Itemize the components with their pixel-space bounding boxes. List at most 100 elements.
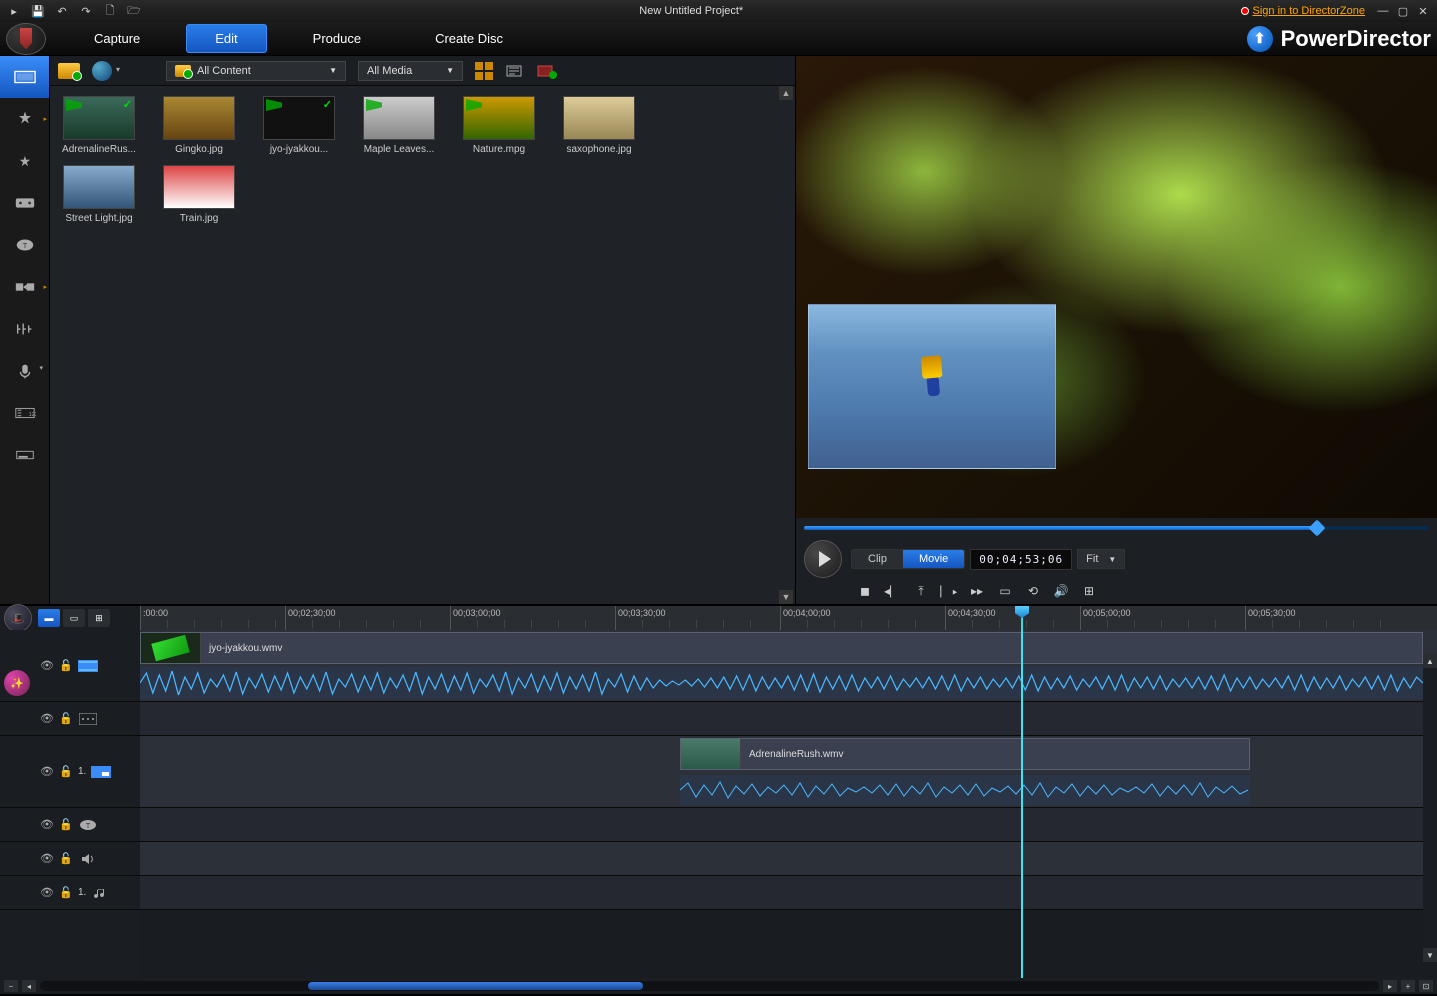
media-item[interactable]: Nature.mpg (460, 96, 538, 155)
tab-produce[interactable]: Produce (285, 25, 389, 52)
lock-icon[interactable]: 🔓 (59, 818, 73, 832)
media-filter-dropdown[interactable]: All Media ▼ (358, 61, 463, 81)
media-item[interactable]: Street Light.jpg (60, 165, 138, 224)
track-header-voice[interactable]: 👁 🔓 (0, 842, 140, 876)
visibility-icon[interactable]: 👁 (40, 818, 54, 832)
mode-movie-tab[interactable]: Movie (903, 550, 964, 568)
close-button[interactable]: ✕ (1415, 4, 1431, 18)
media-item[interactable]: Gingko.jpg (160, 96, 238, 155)
zoom-dropdown[interactable]: Fit▼ (1077, 549, 1125, 569)
media-item[interactable]: Train.jpg (160, 165, 238, 224)
track-lane-title[interactable] (140, 808, 1437, 842)
effect-room-tab[interactable]: ▸ (0, 98, 49, 140)
tab-edit[interactable]: Edit (186, 24, 266, 53)
visibility-icon[interactable]: 👁 (40, 659, 54, 673)
prev-frame-button[interactable]: ◂⎸ (882, 582, 904, 600)
brand-upload-icon[interactable]: ⬆ (1247, 26, 1273, 52)
vscroll-down-button[interactable]: ▼ (1423, 948, 1437, 962)
voice-room-tab[interactable]: ▾ (0, 350, 49, 392)
visibility-icon[interactable]: 👁 (40, 765, 54, 779)
track-lane-pip1[interactable]: AdrenalineRush.wmv (140, 736, 1437, 808)
audio-room-tab[interactable] (0, 308, 49, 350)
new-doc-icon[interactable]: 🗋 (102, 3, 118, 19)
hscroll-track[interactable] (40, 981, 1379, 991)
scrub-bar[interactable] (804, 522, 1429, 534)
media-item[interactable]: saxophone.jpg (560, 96, 638, 155)
media-item[interactable]: AdrenalineRus... (60, 96, 138, 155)
hscroll-left-button[interactable]: ◂ (22, 980, 36, 992)
next-frame-button[interactable]: ⎸▸ (938, 582, 960, 600)
tab-capture[interactable]: Capture (66, 25, 168, 52)
magic-tools-icon[interactable]: ✨ (4, 670, 30, 696)
maximize-button[interactable]: ▢ (1395, 4, 1411, 18)
track-header-title[interactable]: 👁 🔓 T (0, 808, 140, 842)
lock-icon[interactable]: 🔓 (59, 765, 73, 779)
fast-forward-button[interactable]: ▸▸ (966, 582, 988, 600)
clip-video1[interactable]: jyo-jyakkou.wmv (140, 632, 1423, 664)
timeline-ruler[interactable]: :00:0000;02;30;0000;03;00;0000;03;30;000… (140, 606, 1437, 630)
signin-link[interactable]: Sign in to DirectorZone (1241, 5, 1366, 17)
playhead[interactable] (1021, 606, 1023, 630)
vscroll-up-button[interactable]: ▲ (1423, 654, 1437, 668)
undo-icon[interactable]: ↶ (54, 3, 70, 19)
scroll-up-button[interactable]: ▲ (779, 86, 793, 100)
track-header-music[interactable]: 👁 🔓 1. (0, 876, 140, 910)
media-item[interactable]: Maple Leaves... (360, 96, 438, 155)
timeline-vscroll[interactable]: ▲ ▼ (1423, 654, 1437, 962)
redo-icon[interactable]: ↷ (78, 3, 94, 19)
transition-room-tab[interactable]: ▸ (0, 266, 49, 308)
scroll-down-button[interactable]: ▼ (779, 590, 793, 604)
scrub-handle[interactable] (1308, 520, 1325, 537)
media-item[interactable]: jyo-jyakkou... (260, 96, 338, 155)
lock-icon[interactable]: 🔓 (59, 852, 73, 866)
chapter-room-tab[interactable]: 123 (0, 392, 49, 434)
hscroll-thumb[interactable] (308, 982, 643, 990)
step-back-button[interactable]: ⤒ (910, 582, 932, 600)
search-library-icon[interactable] (505, 63, 525, 79)
volume-button[interactable]: 🔊 (1050, 582, 1072, 600)
timeline-view-button[interactable]: ▬ (38, 609, 60, 627)
visibility-icon[interactable]: 👁 (40, 886, 54, 900)
timecode-display[interactable]: 00;04;53;06 (970, 549, 1072, 570)
visibility-icon[interactable]: 👁 (40, 852, 54, 866)
storyboard-view-button[interactable]: ▭ (63, 609, 85, 627)
track-lane-voice[interactable] (140, 842, 1437, 876)
pip-room-tab[interactable] (0, 140, 49, 182)
mode-clip-tab[interactable]: Clip (852, 550, 903, 568)
hscroll-right-button[interactable]: ▸ (1383, 980, 1397, 992)
preview-viewport[interactable] (796, 56, 1437, 518)
lock-icon[interactable]: 🔓 (59, 659, 73, 673)
zoom-out-button[interactable]: − (4, 980, 18, 992)
track-header-fx[interactable]: 👁 🔓 (0, 702, 140, 736)
magic-wizard-icon[interactable]: 🎩 (4, 604, 32, 632)
media-room-tab[interactable] (0, 56, 49, 98)
stop-button[interactable]: ◼ (854, 582, 876, 600)
track-lane-music[interactable] (140, 876, 1437, 910)
download-web-icon[interactable] (92, 61, 112, 81)
open-icon[interactable]: 🗁 (126, 3, 142, 19)
view-grid-icon[interactable] (475, 62, 493, 80)
clip-pip1[interactable]: AdrenalineRush.wmv (680, 738, 1250, 770)
visibility-icon[interactable]: 👁 (40, 712, 54, 726)
library-menu-icon[interactable] (537, 63, 557, 79)
track-header-pip1[interactable]: 👁 🔓 1. (0, 736, 140, 808)
particle-room-tab[interactable] (0, 182, 49, 224)
lock-icon[interactable]: 🔓 (59, 886, 73, 900)
fit-timeline-button[interactable]: ⊡ (1419, 980, 1433, 992)
minimize-button[interactable]: — (1375, 4, 1391, 18)
loop-button[interactable]: ⟲ (1022, 582, 1044, 600)
app-logo[interactable] (6, 23, 46, 55)
play-button[interactable] (804, 540, 842, 578)
track-lane-fx[interactable] (140, 702, 1437, 736)
tab-create-disc[interactable]: Create Disc (407, 25, 531, 52)
new-project-icon[interactable]: ▸ (6, 3, 22, 19)
zoom-in-button[interactable]: + (1401, 980, 1415, 992)
track-lane-video1[interactable]: jyo-jyakkou.wmv (140, 630, 1437, 702)
import-folder-icon[interactable] (58, 63, 80, 79)
save-icon[interactable]: 💾 (30, 3, 46, 19)
timeline-settings-button[interactable]: ⊞ (88, 609, 110, 627)
content-filter-dropdown[interactable]: All Content ▼ (166, 61, 346, 81)
lock-icon[interactable]: 🔓 (59, 712, 73, 726)
preview-pip-overlay[interactable] (808, 304, 1056, 469)
subtitle-room-tab[interactable] (0, 434, 49, 476)
